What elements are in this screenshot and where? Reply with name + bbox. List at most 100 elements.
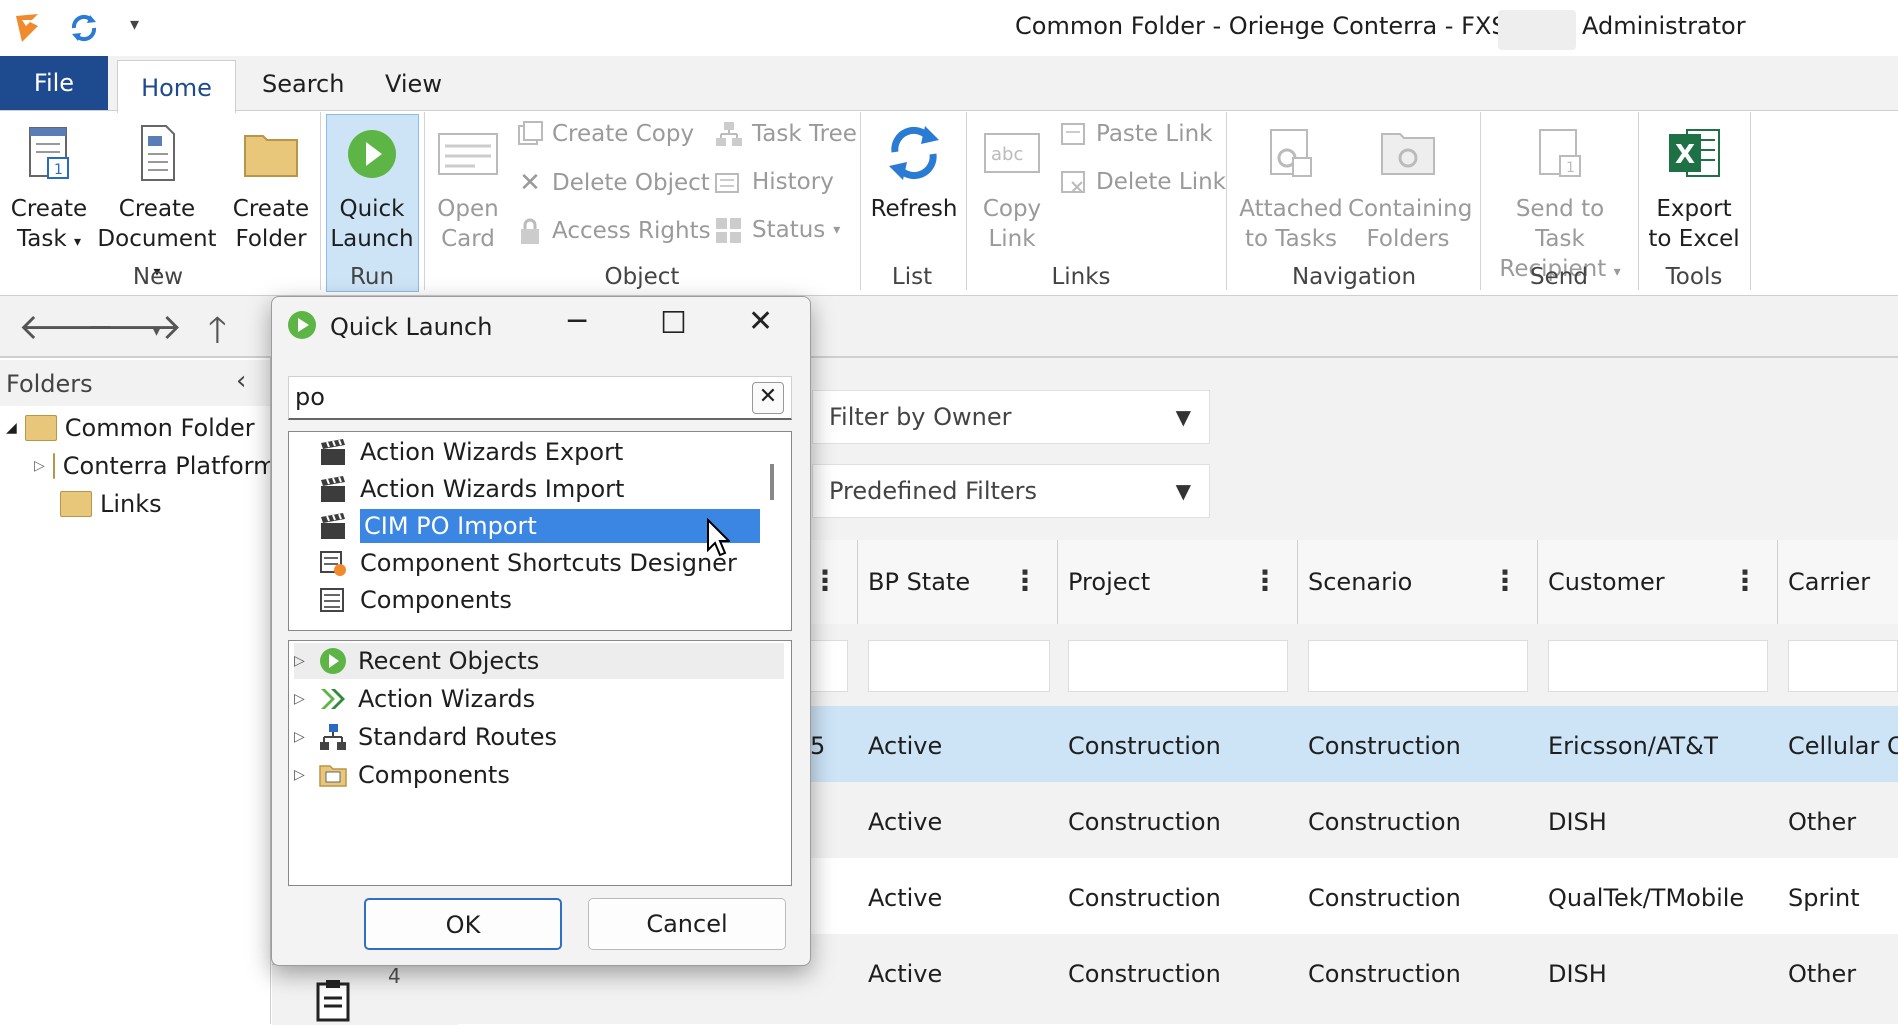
list-item-selected[interactable]: CIM PO Import — [318, 508, 760, 544]
export-to-excel-button[interactable]: X Export to Excel — [1644, 120, 1744, 254]
table-cell: Construction — [1068, 808, 1221, 836]
history-dropdown-icon[interactable]: ▾ — [152, 320, 161, 341]
tree-item-conterra-platform[interactable]: ▷ Conterra Platform — [34, 452, 270, 480]
create-document-button[interactable]: Create Document ▾ — [92, 120, 222, 287]
column-filter-input[interactable] — [1548, 640, 1768, 692]
list-item[interactable]: Components — [318, 582, 512, 618]
group-navigation-label: Navigation — [1291, 264, 1417, 290]
expand-icon[interactable]: ▷ — [294, 691, 308, 707]
tree-item-standard-routes[interactable]: ▷ Standard Routes — [294, 719, 557, 755]
svg-text:1: 1 — [1566, 160, 1575, 176]
quick-launch-search-input[interactable]: po — [288, 376, 792, 420]
column-header-bp-state[interactable]: BP State ⋮ — [858, 540, 1058, 624]
table-row[interactable]: Active Construction Construction QualTek… — [810, 858, 1898, 934]
containing-folders-button[interactable]: Containing Folders — [1348, 120, 1472, 254]
column-filter-input[interactable] — [810, 640, 848, 692]
expand-icon[interactable]: ▷ — [34, 458, 45, 474]
tree-item-label: Links — [100, 490, 162, 518]
list-scrollbar[interactable] — [770, 464, 774, 500]
table-row[interactable]: 5 Active Construction Construction Erics… — [810, 706, 1898, 782]
column-menu-icon[interactable]: ⋮ — [1491, 564, 1519, 597]
expand-icon[interactable]: ◢ — [6, 420, 17, 436]
expand-icon[interactable]: ▷ — [294, 767, 308, 783]
list-item[interactable]: Component Shortcuts Designer — [318, 545, 737, 581]
forward-arrow-icon[interactable]: 🡒 — [86, 304, 183, 348]
collapse-panel-icon[interactable]: ‹ — [236, 366, 246, 396]
table-cell: DISH — [1548, 960, 1607, 988]
maximize-icon[interactable]: ☐ — [660, 306, 687, 341]
create-folder-button[interactable]: Create Folder — [226, 120, 316, 254]
tree-item-common-folder[interactable]: ◢ Common Folder — [6, 414, 255, 442]
create-task-button[interactable]: 1 Create Task ▾ — [6, 120, 92, 257]
table-cell: Other — [1788, 808, 1857, 836]
table-row[interactable]: Active Construction Construction DISH Ot… — [810, 934, 1898, 1024]
column-filter-input[interactable] — [1068, 640, 1288, 692]
tree-item-action-wizards[interactable]: ▷ Action Wizards — [294, 681, 535, 717]
tree-item-label: Action Wizards — [358, 685, 536, 713]
refresh-button[interactable]: Refresh — [864, 120, 964, 224]
table-cell: Other — [1788, 960, 1857, 988]
column-header-project[interactable]: Project ⋮ — [1058, 540, 1298, 624]
send-to-task-recipient-button[interactable]: 1 Send to Task Recipient ▾ — [1490, 120, 1630, 287]
export-excel-label-2: to Excel — [1648, 226, 1740, 252]
history-button[interactable]: History — [714, 168, 834, 196]
delete-object-button[interactable]: ✕ Delete Object — [516, 168, 710, 198]
list-item-label: Components — [360, 586, 512, 614]
table-cell: Active — [868, 960, 943, 988]
paste-link-button[interactable]: Paste Link — [1058, 120, 1213, 148]
predefined-filters-dropdown[interactable]: Predefined Filters ▼ — [812, 464, 1210, 518]
tab-search[interactable]: Search — [262, 70, 344, 98]
predefined-filters-label: Predefined Filters — [829, 477, 1038, 505]
list-item[interactable]: Action Wizards Import — [318, 471, 624, 507]
table-cell: Active — [868, 808, 943, 836]
task-tree-button[interactable]: Task Tree — [714, 120, 857, 148]
tree-item-links[interactable]: Links — [60, 490, 162, 518]
group-tools-label: Tools — [1665, 264, 1723, 290]
column-menu-icon[interactable]: ⋮ — [1011, 564, 1039, 597]
column-label: Project — [1068, 568, 1151, 596]
tree-item-recent-objects[interactable]: ▷ Recent Objects — [294, 643, 784, 679]
column-header-scenario[interactable]: Scenario ⋮ — [1298, 540, 1538, 624]
quick-launch-button[interactable]: Quick Launch — [326, 120, 418, 254]
open-card-button[interactable]: Open Card — [428, 120, 508, 254]
column-filter-input[interactable] — [868, 640, 1050, 692]
expand-icon[interactable]: ▷ — [294, 653, 308, 669]
table-row[interactable]: Active Construction Construction DISH Ot… — [810, 782, 1898, 858]
attached-to-tasks-button[interactable]: Attached to Tasks — [1236, 120, 1346, 254]
list-item[interactable]: Action Wizards Export — [318, 434, 623, 470]
minimize-icon[interactable]: ─ — [568, 304, 586, 339]
table-cell: Construction — [1308, 960, 1461, 988]
status-label: Status — [752, 217, 826, 243]
clear-search-icon[interactable]: ✕ — [752, 382, 784, 414]
tree-item-components[interactable]: ▷ Components — [294, 757, 510, 793]
clapperboard-icon — [321, 439, 345, 465]
copy-icon — [518, 121, 543, 145]
up-arrow-icon[interactable]: 🡑 — [208, 304, 227, 365]
tab-file[interactable]: File — [0, 56, 108, 110]
column-menu-icon[interactable]: ⋮ — [1731, 564, 1759, 597]
create-copy-button[interactable]: Create Copy — [516, 120, 694, 148]
access-rights-button[interactable]: Access Rights — [516, 216, 711, 246]
column-header-carrier[interactable]: Carrier — [1778, 540, 1898, 624]
cancel-button[interactable]: Cancel — [588, 898, 786, 950]
close-icon[interactable]: ✕ — [748, 304, 773, 339]
column-filter-input[interactable] — [1788, 640, 1898, 692]
tab-view[interactable]: View — [385, 70, 442, 98]
refresh-quick-access-icon[interactable] — [66, 10, 102, 46]
expand-icon[interactable]: ▷ — [294, 729, 308, 745]
column-menu-icon[interactable]: ⋮ — [811, 564, 839, 597]
column-menu-icon[interactable]: ⋮ — [1251, 564, 1279, 597]
refresh-icon — [889, 126, 939, 180]
filter-by-owner-dropdown[interactable]: Filter by Owner ▼ — [812, 390, 1210, 444]
copy-link-button[interactable]: abc Copy Link — [972, 120, 1052, 254]
column-filter-input[interactable] — [1308, 640, 1528, 692]
column-header-customer[interactable]: Customer ⋮ — [1538, 540, 1778, 624]
export-excel-label-1: Export — [1656, 196, 1732, 222]
ok-button[interactable]: OK — [364, 898, 562, 950]
delete-link-button[interactable]: Delete Link — [1058, 168, 1226, 196]
tab-home[interactable]: Home — [117, 60, 236, 113]
quick-access-dropdown-icon[interactable]: ▾ — [130, 14, 139, 35]
status-button[interactable]: Status ▾ — [714, 216, 840, 244]
dialog-title: Quick Launch — [330, 313, 493, 341]
delete-link-icon — [1061, 171, 1085, 193]
